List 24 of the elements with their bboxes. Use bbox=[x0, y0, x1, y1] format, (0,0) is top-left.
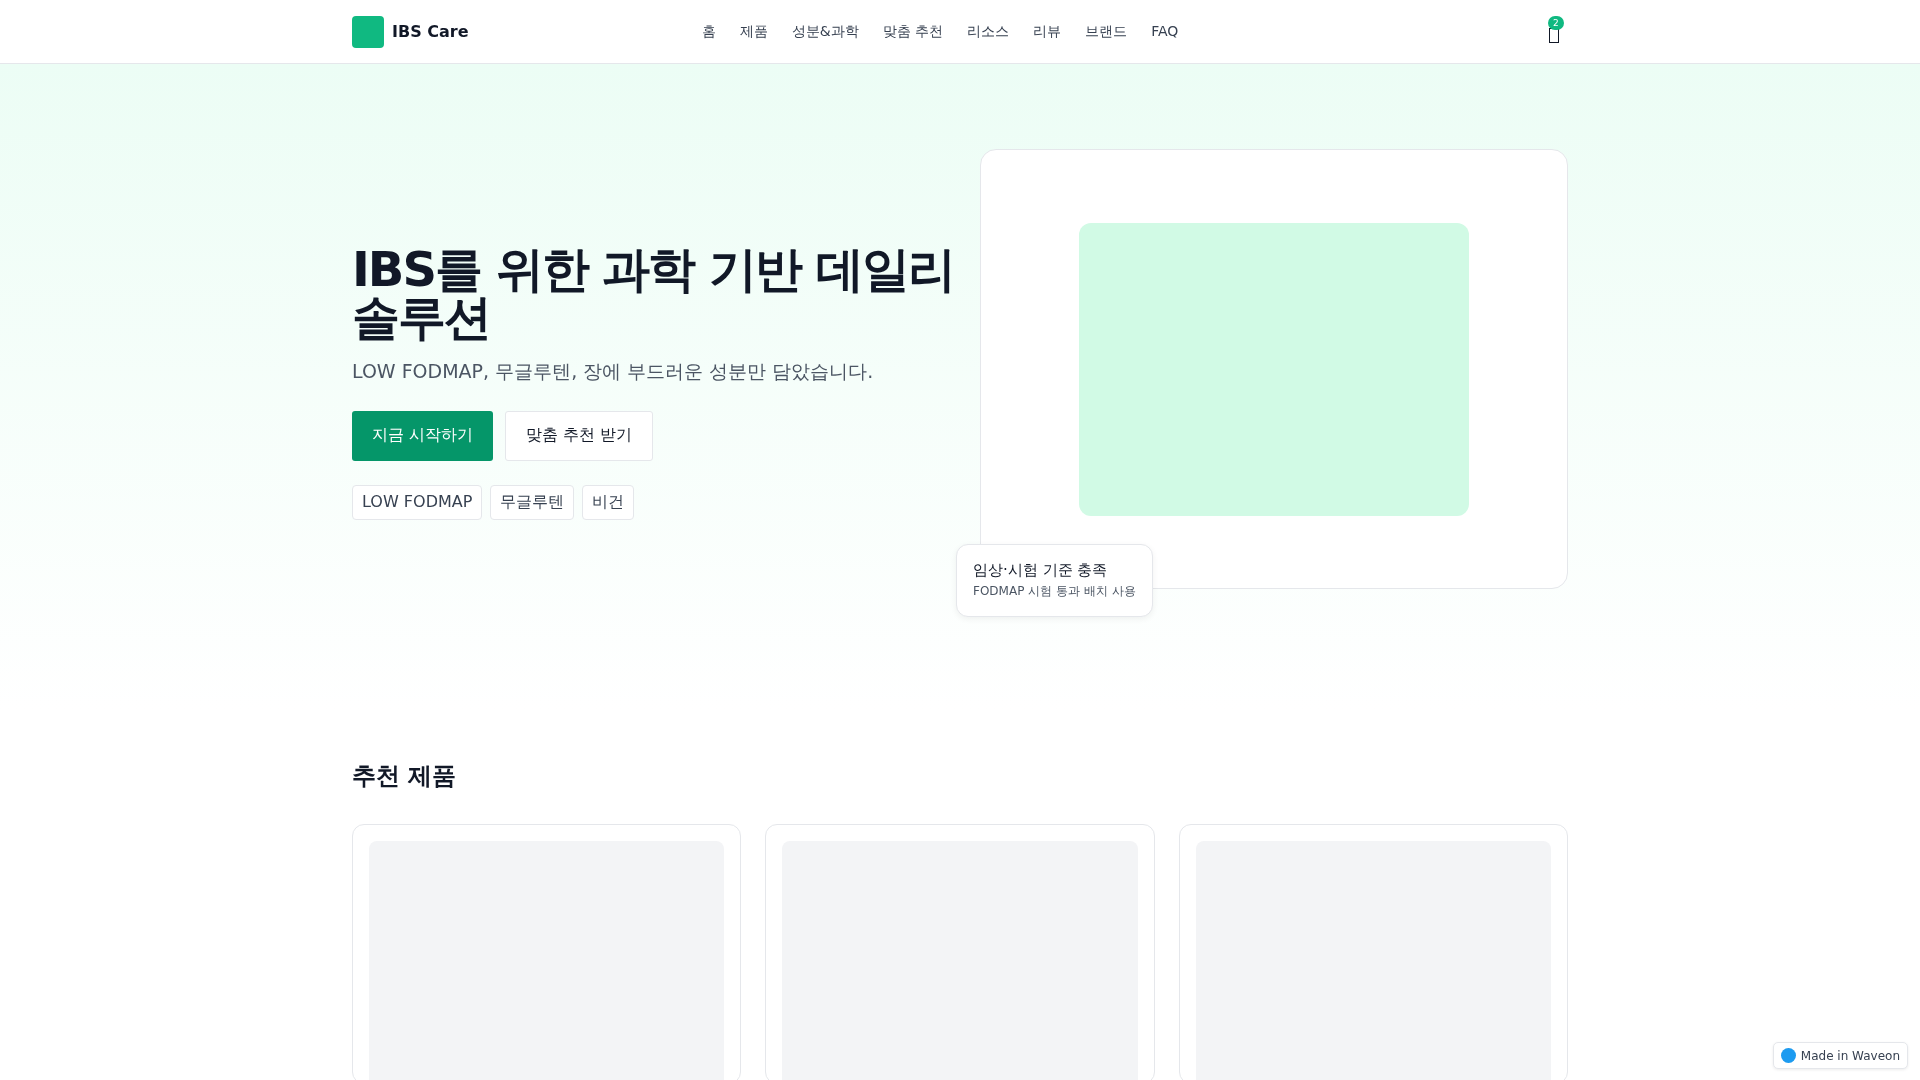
tag-chip: 비건 bbox=[582, 484, 635, 520]
hero-heading: IBS를 위한 과학 기반 데일리 솔루션 bbox=[352, 244, 955, 341]
logo-icon bbox=[352, 15, 384, 48]
recommend-button[interactable]: 맞춤 추천 받기 bbox=[505, 410, 654, 461]
section-heading: 추천 제품 bbox=[352, 761, 458, 792]
nav-link[interactable]: 브랜드 bbox=[1085, 22, 1128, 41]
start-button[interactable]: 지금 시작하기 bbox=[352, 410, 494, 461]
logo-text[interactable]: IBS Care bbox=[392, 22, 469, 41]
tag-chip: 무글루텐 bbox=[490, 484, 575, 520]
nav-link[interactable]: 제품 bbox=[739, 22, 768, 41]
logo-icon bbox=[1780, 1048, 1796, 1063]
builder-badge[interactable]: Made in Waveon bbox=[1772, 1042, 1908, 1069]
tag-chip: LOW FODMAP bbox=[352, 484, 483, 520]
hero-subtitle: LOW FODMAP, 무글루텐, 장에 부드러운 성분만 담았습니다. bbox=[352, 358, 875, 384]
info-title: 임상·시험 기준 충족 bbox=[973, 561, 1109, 580]
info-text: FODMAP 시험 통과 배치 사용 bbox=[973, 583, 1136, 600]
nav-link[interactable]: 성분&과학 bbox=[791, 22, 859, 41]
nav-link[interactable]: FAQ bbox=[1151, 22, 1179, 41]
nav-link[interactable]: 리소스 bbox=[967, 22, 1010, 41]
nav-link[interactable]: 리뷰 bbox=[1033, 22, 1062, 41]
nav-link[interactable]: 홈 bbox=[701, 22, 716, 41]
badge-text: Made in Waveon bbox=[1800, 1048, 1900, 1063]
count-badge: 2 bbox=[1548, 15, 1564, 30]
nav-link[interactable]: 맞춤 추천 bbox=[882, 22, 944, 41]
